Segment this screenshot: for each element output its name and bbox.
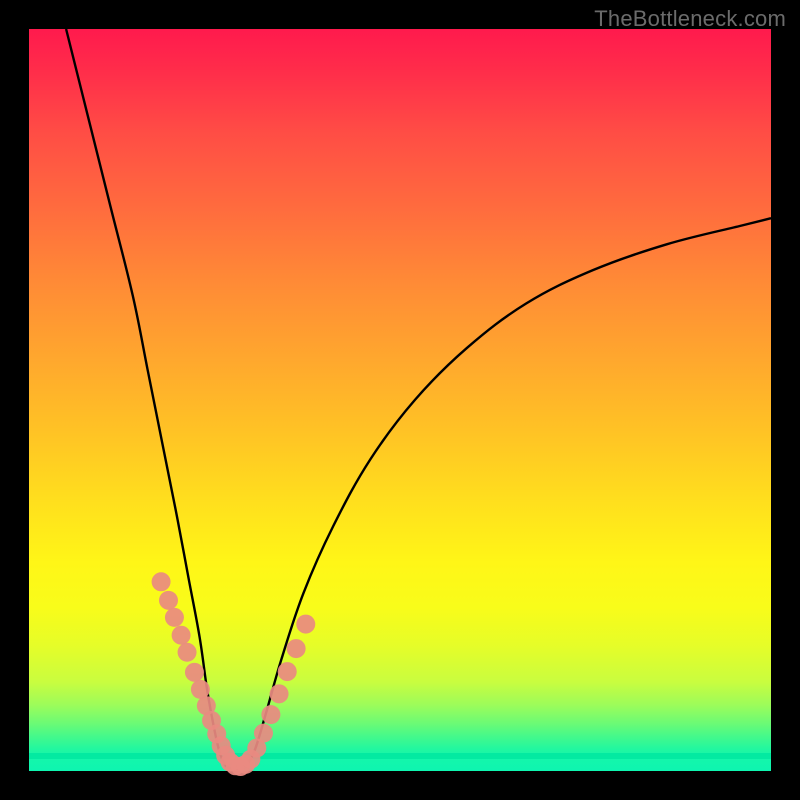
chart-frame: TheBottleneck.com: [0, 0, 800, 800]
series-right-curve: [247, 218, 771, 765]
chart-svg: [29, 29, 771, 771]
bead-group: [152, 572, 316, 776]
data-bead: [296, 615, 315, 634]
data-bead: [159, 591, 178, 610]
series-left-curve: [66, 29, 225, 765]
data-bead: [287, 639, 306, 658]
data-bead: [152, 572, 171, 591]
data-bead: [270, 684, 289, 703]
data-bead: [254, 724, 273, 743]
data-bead: [185, 663, 204, 682]
data-bead: [178, 643, 197, 662]
data-bead: [191, 680, 210, 699]
plot-area: [29, 29, 771, 771]
curve-group: [66, 29, 771, 769]
data-bead: [261, 705, 280, 724]
data-bead: [278, 662, 297, 681]
data-bead: [172, 626, 191, 645]
watermark-text: TheBottleneck.com: [594, 6, 786, 32]
data-bead: [165, 608, 184, 627]
